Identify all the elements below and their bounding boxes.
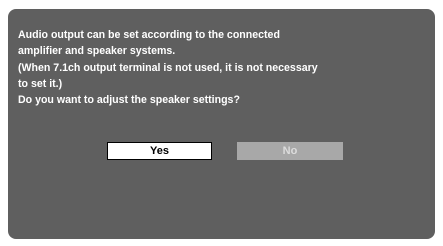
yes-button[interactable]: Yes bbox=[107, 142, 212, 160]
no-button[interactable]: No bbox=[237, 142, 343, 160]
message-line: Audio output can be set according to the… bbox=[18, 29, 280, 41]
speaker-settings-dialog: Audio output can be set according to the… bbox=[8, 9, 435, 239]
dialog-message: Audio output can be set according to the… bbox=[18, 27, 428, 108]
message-line: (When 7.1ch output terminal is not used,… bbox=[18, 61, 318, 74]
message-line: Do you want to adjust the speaker settin… bbox=[18, 94, 240, 107]
screen: Audio output can be set according to the… bbox=[0, 0, 443, 246]
message-line: to set it.) bbox=[18, 77, 63, 90]
message-line: amplifier and speaker systems. bbox=[18, 45, 176, 58]
